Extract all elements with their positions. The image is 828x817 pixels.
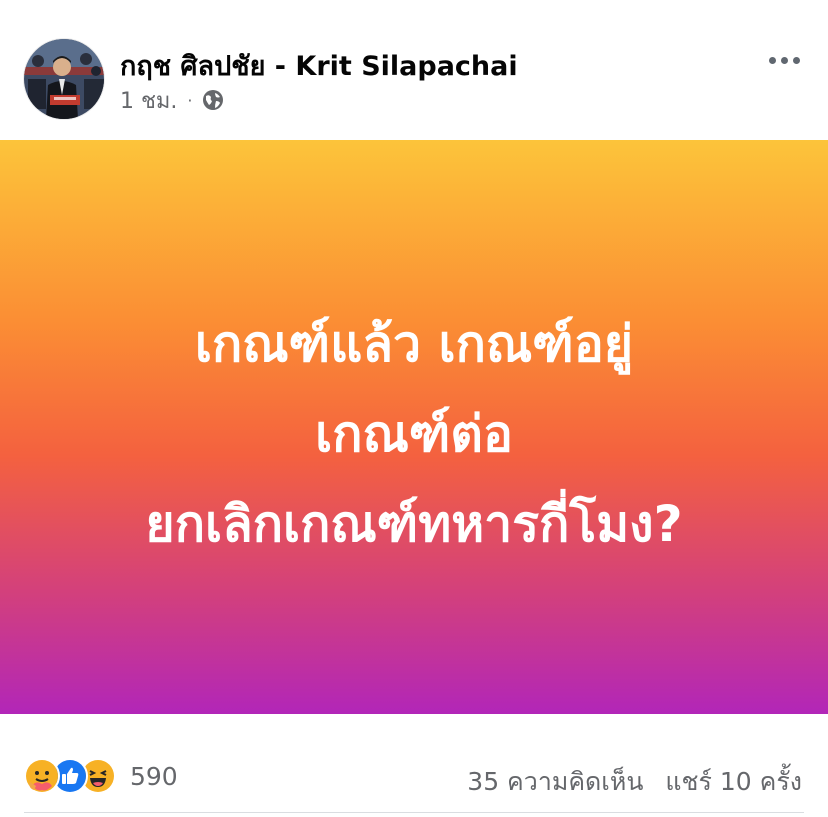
status-line-1: เกณฑ์แล้ว เกณฑ์อยู่ bbox=[194, 315, 634, 373]
engagement-summary: 35 ความคิดเห็น แชร์ 10 ครั้ง bbox=[467, 762, 802, 802]
author-avatar[interactable] bbox=[24, 39, 104, 119]
post-footer: 590 35 ความคิดเห็น แชร์ 10 ครั้ง bbox=[0, 714, 828, 817]
comments-count-link[interactable]: 35 ความคิดเห็น bbox=[467, 762, 643, 802]
reaction-count: 590 bbox=[130, 761, 178, 791]
globe-icon[interactable] bbox=[201, 88, 225, 112]
shares-count-link[interactable]: แชร์ 10 ครั้ง bbox=[665, 762, 802, 802]
facebook-post: กฤช ศิลปชัย - Krit Silapachai 1 ชม. · เก… bbox=[0, 0, 828, 817]
status-background: เกณฑ์แล้ว เกณฑ์อยู่ เกณฑ์ต่อ ยกเลิกเกณฑ์… bbox=[0, 140, 828, 714]
reaction-summary[interactable]: 590 bbox=[24, 758, 178, 794]
more-dot-icon bbox=[780, 56, 788, 64]
more-options-button[interactable] bbox=[764, 45, 804, 75]
footer-divider bbox=[24, 812, 804, 813]
more-dot-icon bbox=[792, 56, 800, 64]
care-icon bbox=[24, 758, 60, 794]
author-name[interactable]: กฤช ศิลปชัย - Krit Silapachai bbox=[120, 44, 518, 87]
status-text: เกณฑ์แล้ว เกณฑ์อยู่ เกณฑ์ต่อ ยกเลิกเกณฑ์… bbox=[145, 299, 682, 569]
status-line-2: เกณฑ์ต่อ bbox=[315, 405, 513, 463]
post-header: กฤช ศิลปชัย - Krit Silapachai 1 ชม. · bbox=[0, 0, 828, 140]
avatar-photo bbox=[24, 39, 104, 119]
post-meta: 1 ชม. · bbox=[120, 87, 225, 114]
status-line-3: ยกเลิกเกณฑ์ทหารกี่โมง? bbox=[145, 495, 683, 553]
meta-separator: · bbox=[187, 90, 193, 110]
more-dot-icon bbox=[768, 56, 776, 64]
post-timestamp[interactable]: 1 ชม. bbox=[120, 83, 177, 118]
